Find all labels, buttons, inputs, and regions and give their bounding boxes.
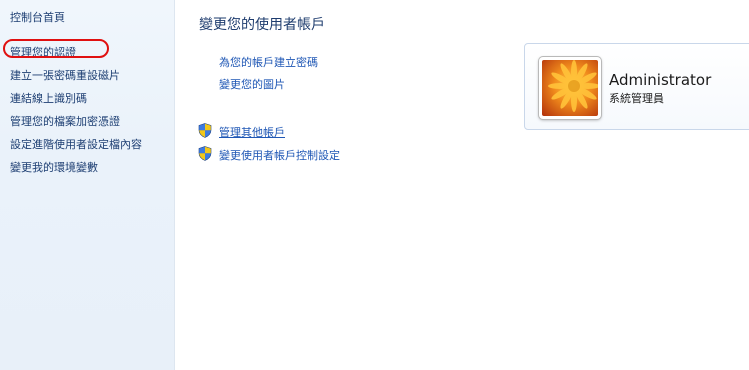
change-picture-link[interactable]: 變更您的圖片 (219, 76, 285, 92)
manage-other-accounts-link[interactable]: 管理其他帳戶 (219, 124, 285, 140)
sidebar-item-link-online-id[interactable]: 連結線上識別碼 (10, 90, 87, 106)
account-card: Administrator 系統管理員 (524, 43, 749, 130)
avatar[interactable] (539, 57, 601, 119)
account-name: Administrator (609, 71, 712, 89)
sidebar-item-environment-variables[interactable]: 變更我的環境變數 (10, 159, 98, 175)
sidebar-item-manage-credentials[interactable]: 管理您的認證 (10, 44, 76, 60)
sidebar-item-encryption-certificates[interactable]: 管理您的檔案加密憑證 (10, 113, 120, 129)
shield-icon (198, 146, 212, 161)
sidebar-item-advanced-profile-properties[interactable]: 設定進階使用者設定檔內容 (10, 136, 142, 152)
create-password-link[interactable]: 為您的帳戶建立密碼 (219, 54, 318, 70)
shield-icon (198, 123, 212, 138)
uac-settings-link[interactable]: 變更使用者帳戶控制設定 (219, 147, 340, 163)
flower-picture-icon (542, 60, 598, 116)
sidebar-item-password-reset-disk[interactable]: 建立一張密碼重設磁片 (10, 67, 120, 83)
task-sidebar: 控制台首頁 管理您的認證 建立一張密碼重設磁片 連結線上識別碼 管理您的檔案加密… (0, 0, 175, 370)
account-role: 系統管理員 (609, 92, 664, 105)
user-accounts-window: 控制台首頁 管理您的認證 建立一張密碼重設磁片 連結線上識別碼 管理您的檔案加密… (0, 0, 749, 370)
page-title: 變更您的使用者帳戶 (199, 17, 325, 33)
control-panel-home-link[interactable]: 控制台首頁 (10, 9, 65, 25)
